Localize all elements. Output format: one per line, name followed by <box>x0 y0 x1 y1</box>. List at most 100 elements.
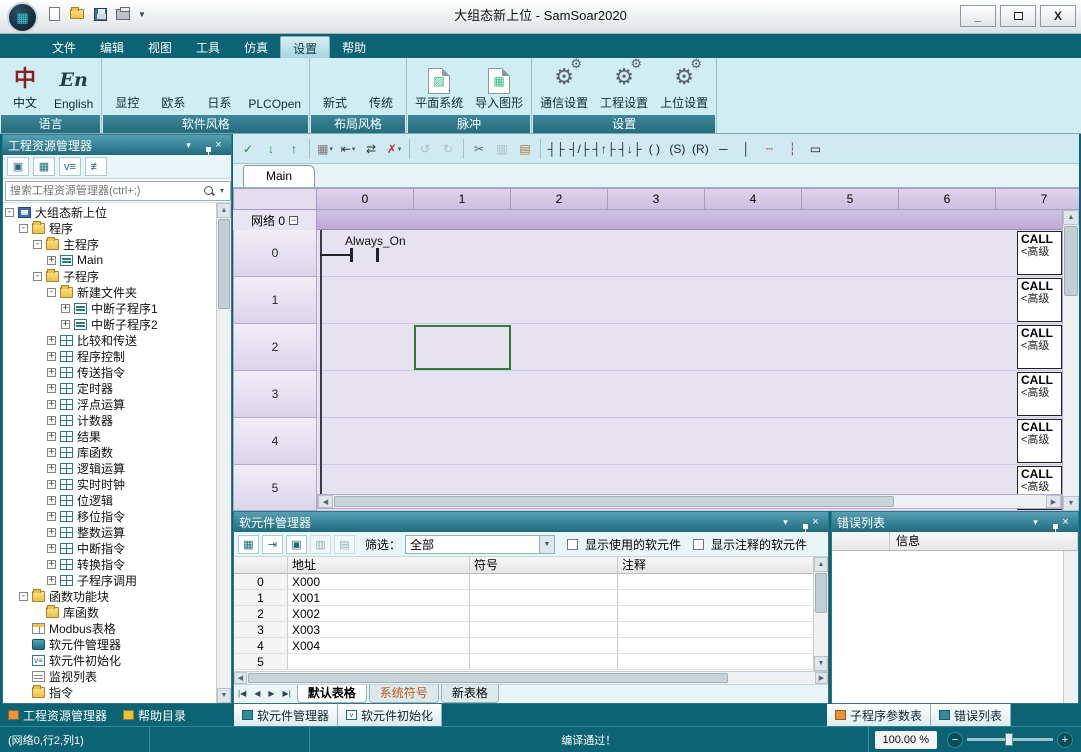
search-dropdown-icon[interactable]: ▾ <box>215 186 229 195</box>
ribbon-button[interactable]: 显控 <box>110 60 144 113</box>
function-block-icon[interactable]: ▭ <box>804 137 826 161</box>
table-row[interactable]: 1X001 <box>234 590 828 606</box>
symbol-cell[interactable] <box>470 606 618 621</box>
tree-item[interactable]: +结果 <box>5 428 215 444</box>
panel-menu-icon[interactable]: ▾ <box>1028 517 1043 528</box>
sort-filter-icon[interactable]: ≢ <box>85 157 107 176</box>
ladder-hscrollbar[interactable]: ◀ ▶ <box>317 494 1062 509</box>
collapse-icon[interactable]: - <box>5 208 14 217</box>
device-hscrollbar[interactable]: ◀ ▶ <box>234 671 828 684</box>
zoom-slider[interactable] <box>967 738 1053 741</box>
tab-main[interactable]: Main <box>243 165 315 187</box>
expand-icon[interactable]: + <box>47 256 56 265</box>
delete-vline-icon[interactable]: ┆ <box>781 137 803 161</box>
selected-cell[interactable] <box>414 325 511 370</box>
collapse-network-icon[interactable]: − <box>289 216 298 225</box>
tree-item[interactable]: 软元件管理器 <box>5 636 215 652</box>
tree-item[interactable]: +移位指令 <box>5 508 215 524</box>
tree-item[interactable]: -子程序 <box>5 268 215 284</box>
tree-item[interactable]: +程序控制 <box>5 348 215 364</box>
show-used-checkbox[interactable] <box>567 539 578 550</box>
tree-item[interactable]: +中断子程序1 <box>5 300 215 316</box>
scrollbar-thumb[interactable] <box>218 219 230 309</box>
table-row[interactable]: 2X002 <box>234 606 828 622</box>
ribbon-button[interactable]: ⚙上位设置 <box>660 60 708 113</box>
contact-open-icon[interactable]: ┤├ <box>545 137 567 161</box>
cut-icon[interactable]: ✂ <box>468 137 490 161</box>
paste-icon[interactable]: ▤ <box>514 137 536 161</box>
expand-icon[interactable]: + <box>47 480 56 489</box>
hscrollbar-thumb[interactable] <box>334 496 894 507</box>
expand-icon[interactable]: + <box>47 400 56 409</box>
table-tab-1[interactable]: 系统符号 <box>369 685 439 703</box>
delete-hline-icon[interactable]: ┄ <box>758 137 780 161</box>
tree-item[interactable]: +浮点运算 <box>5 396 215 412</box>
tree-item[interactable]: +转换指令 <box>5 556 215 572</box>
ladder-vscrollbar[interactable]: ▲ ▼ <box>1062 210 1079 511</box>
expand-icon[interactable]: + <box>61 320 70 329</box>
expand-icon[interactable]: + <box>61 304 70 313</box>
symbol-cell[interactable] <box>470 574 618 589</box>
menu-item-4[interactable]: 仿真 <box>232 36 280 58</box>
table-row[interactable]: 5 <box>234 654 828 670</box>
network-bar[interactable]: 网络 0 − <box>233 210 1079 230</box>
chevron-down-icon[interactable]: ▾ <box>352 145 356 153</box>
expand-icon[interactable]: + <box>47 336 56 345</box>
nav-button-2[interactable]: ▶ <box>264 685 278 703</box>
contact-closed-icon[interactable]: ┤/├ <box>568 137 590 161</box>
expand-icon[interactable]: + <box>47 448 56 457</box>
set-coil-icon[interactable]: (S) <box>666 137 688 161</box>
address-cell[interactable]: X002 <box>288 606 470 621</box>
menu-item-6[interactable]: 帮助 <box>330 36 378 58</box>
dock-tab-mid-0[interactable]: 软元件管理器 <box>234 704 338 726</box>
nav-button-3[interactable]: ▶| <box>279 685 295 703</box>
ladder-editor[interactable]: 网络 0 − 012345670CALL<高级1CALL<高级2CALL<高级3… <box>233 188 1079 511</box>
collapse-icon[interactable]: - <box>33 240 42 249</box>
tree-item[interactable]: 指令 <box>5 684 215 700</box>
tree-item[interactable]: 软元件初始化 <box>5 652 215 668</box>
expand-icon[interactable]: + <box>47 576 56 585</box>
chevron-down-icon[interactable]: ▾ <box>398 145 402 153</box>
hscrollbar-thumb[interactable] <box>248 673 728 683</box>
menu-item-0[interactable]: 文件 <box>40 36 88 58</box>
panel-menu-icon[interactable]: ▾ <box>778 517 793 528</box>
ribbon-button[interactable]: ▨平面系统 <box>415 60 463 113</box>
expand-icon[interactable]: + <box>47 512 56 521</box>
address-cell[interactable]: X001 <box>288 590 470 605</box>
minimize-button[interactable]: _ <box>960 5 996 27</box>
dock-tab-mid-1[interactable]: v软元件初始化 <box>338 704 442 726</box>
upload-program-icon[interactable]: ↑ <box>283 137 305 161</box>
scroll-down-icon[interactable]: ▼ <box>1063 496 1079 511</box>
table-tab-0[interactable]: 默认表格 <box>297 685 367 703</box>
call-block[interactable]: CALL<高级 <box>1017 325 1062 369</box>
expand-icon[interactable]: + <box>47 416 56 425</box>
download-program-icon[interactable]: ↓ <box>260 137 282 161</box>
table-row[interactable]: 4X004 <box>234 638 828 654</box>
tree-item[interactable]: +Main <box>5 252 215 268</box>
menu-item-2[interactable]: 视图 <box>136 36 184 58</box>
tree-item[interactable]: +子程序调用 <box>5 572 215 588</box>
ribbon-button[interactable]: 欧系 <box>156 60 190 113</box>
expand-icon[interactable]: + <box>47 464 56 473</box>
new-table-icon[interactable]: ▦ <box>238 535 259 554</box>
zoom-slider-thumb[interactable] <box>1005 733 1013 746</box>
scroll-down-icon[interactable]: ▼ <box>217 688 231 703</box>
tree-item[interactable]: +定时器 <box>5 380 215 396</box>
collapse-icon[interactable]: - <box>47 288 56 297</box>
comment-cell[interactable] <box>618 638 828 653</box>
symbol-cell[interactable] <box>470 654 618 669</box>
search-input[interactable] <box>5 181 231 201</box>
ribbon-button[interactable]: 中中文 <box>8 60 42 113</box>
address-cell[interactable]: X000 <box>288 574 470 589</box>
table-row[interactable]: 3X003 <box>234 622 828 638</box>
error-list-scrollbar[interactable] <box>1063 551 1078 703</box>
call-block[interactable]: CALL<高级 <box>1017 278 1062 322</box>
tree-item[interactable]: +库函数 <box>5 444 215 460</box>
tree-item[interactable]: +位逻辑 <box>5 492 215 508</box>
ribbon-button[interactable]: 新式 <box>318 60 352 113</box>
tree-item[interactable]: -程序 <box>5 220 215 236</box>
reset-coil-icon[interactable]: (R) <box>689 137 711 161</box>
ribbon-button[interactable]: PLCOpen <box>248 60 301 113</box>
ribbon-button[interactable]: 日系 <box>202 60 236 113</box>
app-logo-icon[interactable]: ▦ <box>7 2 38 33</box>
